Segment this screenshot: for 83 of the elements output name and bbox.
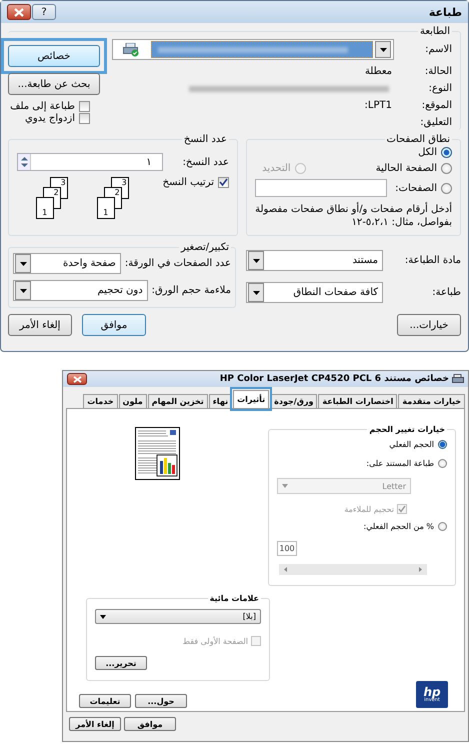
checkbox-label: الصفحة الأولى فقط [182, 636, 248, 646]
printer-icon [452, 374, 464, 384]
field-value: LPT1: [364, 100, 393, 111]
about-button[interactable]: حول... [135, 694, 187, 708]
group-label: نطاق الصفحات [386, 134, 451, 145]
close-button[interactable] [67, 373, 87, 385]
window-title: طباعة [428, 6, 462, 18]
field-label: الموقع: [420, 100, 452, 111]
spin-arrows-icon [18, 154, 31, 170]
radio-label: الحجم الفعلي [389, 440, 434, 449]
edit-button[interactable]: تحرير... [95, 656, 147, 670]
checkbox[interactable] [218, 177, 229, 188]
tab[interactable]: ورق/جودة [270, 394, 318, 408]
checkbox-label: ترتيب النسخ [162, 177, 214, 188]
close-button[interactable] [7, 4, 31, 20]
radio-button[interactable] [438, 522, 447, 531]
dropdown[interactable]: صفحة واحدة [13, 253, 121, 274]
field-label: طباعة: [431, 287, 461, 298]
tab[interactable]: خيارات متقدمة [398, 394, 465, 408]
radio-button[interactable] [438, 440, 447, 449]
group-label: عدد النسخ [182, 134, 228, 145]
checkbox-label: تحجيم للملاءمة [344, 504, 394, 514]
field-label: الحالة: [424, 66, 452, 77]
radio-label: الصفحة الحالية [376, 163, 437, 174]
group-label: الطابعة [418, 26, 451, 37]
help-button[interactable]: ? [32, 4, 56, 20]
dropdown-arrow-icon [282, 484, 288, 488]
field-value: معطلة [364, 66, 393, 77]
radio-button[interactable] [441, 182, 452, 194]
field-label: عدد النسخ: [182, 156, 229, 168]
dropdown[interactable]: مستند [246, 250, 383, 271]
close-icon [14, 8, 24, 16]
options-button[interactable]: خيارات... [397, 314, 461, 336]
radio-label: الصفحات: [395, 182, 437, 194]
field-label: النوع: [428, 83, 452, 94]
radio-label: % من الحجم الفعلي: [364, 522, 434, 531]
radio-button[interactable] [441, 147, 452, 158]
tab[interactable]: تأثيرات [233, 390, 270, 408]
radio-button[interactable] [441, 163, 452, 174]
window-title: خصائص مستند HP Color LaserJet CP4520 PCL 6 [220, 374, 449, 384]
tab[interactable]: خدمات [83, 394, 118, 408]
dropdown[interactable]: كافة صفحات النطاق [246, 282, 383, 303]
checkbox-label: طباعة إلى ملف [10, 101, 75, 112]
page-preview-drawing [135, 427, 180, 480]
radio-button[interactable] [438, 459, 447, 468]
printer-dropdown[interactable] [112, 39, 394, 60]
field-label: مادة الطباعة: [404, 255, 461, 266]
dropdown[interactable]: دون تحجيم [13, 280, 148, 301]
percent-input[interactable]: 100 [277, 541, 297, 556]
hint-text: أدخل أرقام صفحات و/أو نطاق صفحات مفصولة بفواصل، مثال: ٥،٢،١-١٢ [255, 203, 452, 229]
properties-button[interactable]: خصائص [8, 45, 100, 67]
collated-pages-drawing: 3 2 1 [96, 177, 133, 225]
checkbox[interactable] [79, 101, 90, 112]
help-button[interactable]: تعليمات [79, 694, 131, 708]
field-label: التعليق: [419, 117, 452, 128]
collated-pages-drawing: 3 2 1 [36, 177, 72, 225]
ok-button[interactable]: موافق [82, 314, 146, 336]
pages-input[interactable] [255, 179, 388, 197]
dropdown-arrow-icon [100, 614, 106, 618]
printer-icon [123, 42, 139, 56]
radio-label: الكل [418, 147, 437, 158]
group-label: علامات مائية [208, 594, 260, 603]
radio-label: التحديد [262, 163, 291, 174]
cancel-button[interactable]: إلغاء الأمر [8, 314, 72, 336]
scroll-bar[interactable] [279, 564, 427, 575]
checkbox-label: ازدواج يدوي [25, 113, 75, 124]
tab[interactable]: ملون [118, 394, 147, 408]
ok-button[interactable]: موافق [124, 717, 176, 731]
group-label: تكبير/تصغير [180, 242, 230, 253]
field-label: الاسم: [424, 44, 452, 55]
find-printer-button[interactable]: بحث عن طابعة... [8, 73, 100, 95]
copies-spinner[interactable]: ١ [17, 153, 163, 171]
group-label: خيارات تغيير الحجم [368, 425, 446, 434]
watermark-dropdown[interactable]: [بلا] [95, 609, 261, 624]
cancel-button[interactable]: إلغاء الأمر [69, 717, 121, 731]
tab[interactable]: تخزين المهام [148, 394, 208, 408]
field-label: ملاءمة حجم الورق: [152, 285, 231, 296]
radio-label: طباعة المستند على: [366, 459, 434, 468]
field-label: عدد الصفحات في الورقة: [124, 258, 231, 269]
checkbox[interactable] [79, 113, 90, 124]
close-icon [72, 376, 82, 382]
tab[interactable]: اختصارات الطباعة [318, 394, 398, 408]
tab[interactable]: نهاء [208, 394, 232, 408]
